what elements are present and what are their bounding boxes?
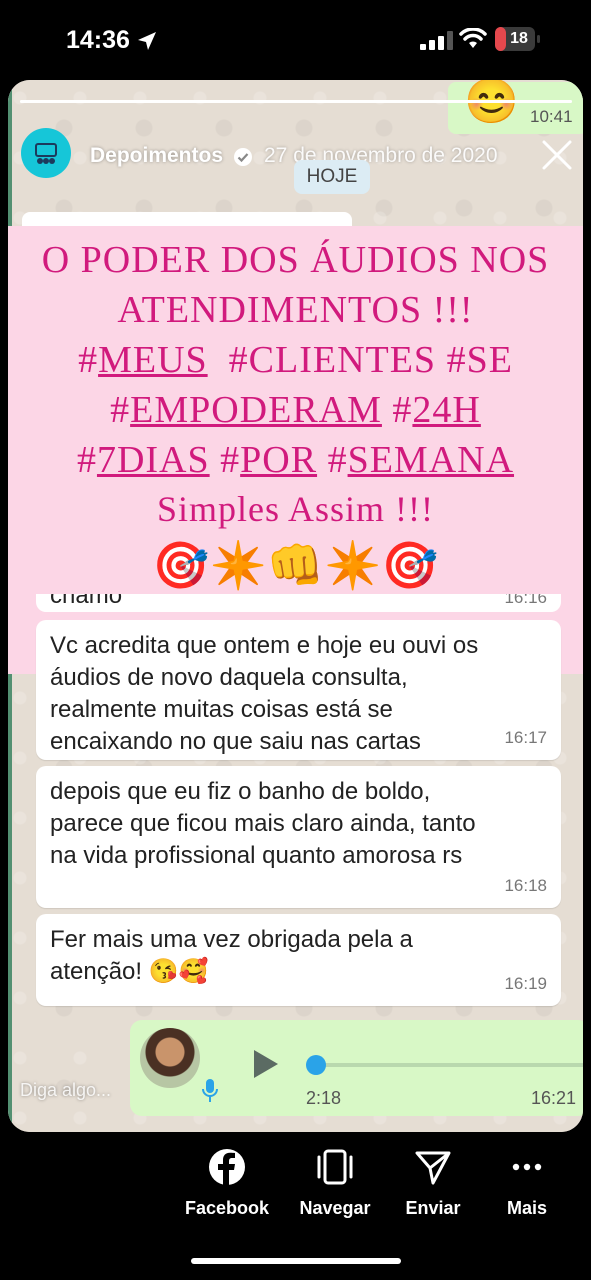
chat-message: Vc acredita que ontem e hoje eu ouvi os … xyxy=(36,620,561,760)
hash: # xyxy=(436,339,467,381)
reply-input[interactable]: Diga algo... xyxy=(20,1080,111,1101)
hash: # xyxy=(76,439,97,481)
hash: # xyxy=(78,339,99,381)
chat-message: depois que eu fiz o banho de boldo, pare… xyxy=(36,766,561,908)
overlay-line-2: ATENDIMENTOS !!! xyxy=(117,289,474,331)
hashtag-clientes: CLIENTES xyxy=(248,339,437,381)
chat-message-time: 16:17 xyxy=(504,728,547,747)
mic-icon xyxy=(202,1079,218,1102)
status-bar: 14:36 18 xyxy=(0,0,591,80)
story-card[interactable]: 😊 10:41 Depoimentos 27 de novembro de 20… xyxy=(8,80,583,1132)
more-icon xyxy=(512,1163,542,1171)
signal-icon xyxy=(420,31,453,50)
hashtag-empoderam: EMPODERAM xyxy=(130,389,382,431)
audio-progress-track[interactable] xyxy=(314,1063,583,1067)
account-name[interactable]: Depoimentos xyxy=(90,144,223,168)
facebook-label: Facebook xyxy=(184,1198,270,1218)
more-button[interactable]: Mais xyxy=(472,1148,582,1219)
chat-message-text: Vc acredita que ontem e hoje eu ouvi os … xyxy=(50,632,479,755)
browse-button[interactable]: Navegar xyxy=(280,1148,390,1219)
chat-message-text: depois que eu fiz o banho de boldo, pare… xyxy=(50,778,476,869)
hashtag-se: SE xyxy=(466,339,513,381)
more-label: Mais xyxy=(506,1198,548,1218)
overlay-line-3: #MEUS #CLIENTES #SE xyxy=(8,338,583,382)
overlay-line-4: #EMPODERAM #24H xyxy=(8,388,583,432)
home-indicator[interactable] xyxy=(191,1258,401,1264)
audio-duration: 2:18 xyxy=(306,1088,342,1108)
hashtag-semana: SEMANA xyxy=(347,439,515,481)
close-icon[interactable] xyxy=(540,138,574,172)
facebook-button[interactable]: Facebook xyxy=(172,1148,282,1219)
wifi-icon xyxy=(459,28,487,48)
date-chip: HOJE xyxy=(294,160,370,194)
account-avatar-icon xyxy=(35,143,57,164)
audio-time: 16:21 xyxy=(531,1088,577,1108)
location-arrow-icon xyxy=(138,32,156,50)
sent-message-time: 10:41 xyxy=(530,107,573,126)
chat-message: Fer mais uma vez obrigada pela a atenção… xyxy=(36,914,561,1006)
story-progress-fill xyxy=(20,100,572,103)
audio-sender-avatar xyxy=(140,1028,200,1088)
play-icon[interactable] xyxy=(246,1046,282,1082)
chat-message-time: 16:18 xyxy=(504,876,547,895)
verified-badge-icon xyxy=(234,148,252,166)
overlay-line-6: Simples Assim !!! xyxy=(156,489,434,529)
browse-icon xyxy=(317,1149,353,1185)
chat-message-text: Fer mais uma vez obrigada pela a atenção… xyxy=(50,926,413,985)
browse-label: Navegar xyxy=(299,1198,371,1218)
overlay-line-5: #7DIAS #POR #SEMANA xyxy=(8,438,583,482)
hashtag-24h: 24H xyxy=(412,389,481,431)
hashtag-por: POR xyxy=(240,439,318,481)
hash: # xyxy=(381,389,413,431)
partial-message: chamo 16:16 xyxy=(36,594,561,612)
facebook-icon xyxy=(209,1149,245,1185)
story-progress-bar xyxy=(20,100,572,103)
hashtag-7dias: 7DIAS xyxy=(96,439,210,481)
status-time: 14:36 xyxy=(66,26,130,54)
hashtag-meus: MEUS xyxy=(98,339,208,381)
send-icon xyxy=(415,1151,451,1185)
partial-message-time: 16:16 xyxy=(504,594,547,607)
battery-level: 18 xyxy=(510,30,528,47)
hash: # xyxy=(110,389,131,431)
audio-progress-handle[interactable] xyxy=(306,1055,326,1075)
overlay-line-1: O PODER DOS ÁUDIOS NOS xyxy=(41,239,550,281)
hash: # xyxy=(209,439,241,481)
overlay-emoji-row: 🎯✴️👊✴️🎯 xyxy=(152,539,439,591)
hash: # xyxy=(207,339,249,381)
chat-message-time: 16:19 xyxy=(504,974,547,993)
hash: # xyxy=(317,439,348,481)
partial-message-text: chamo xyxy=(50,594,123,609)
